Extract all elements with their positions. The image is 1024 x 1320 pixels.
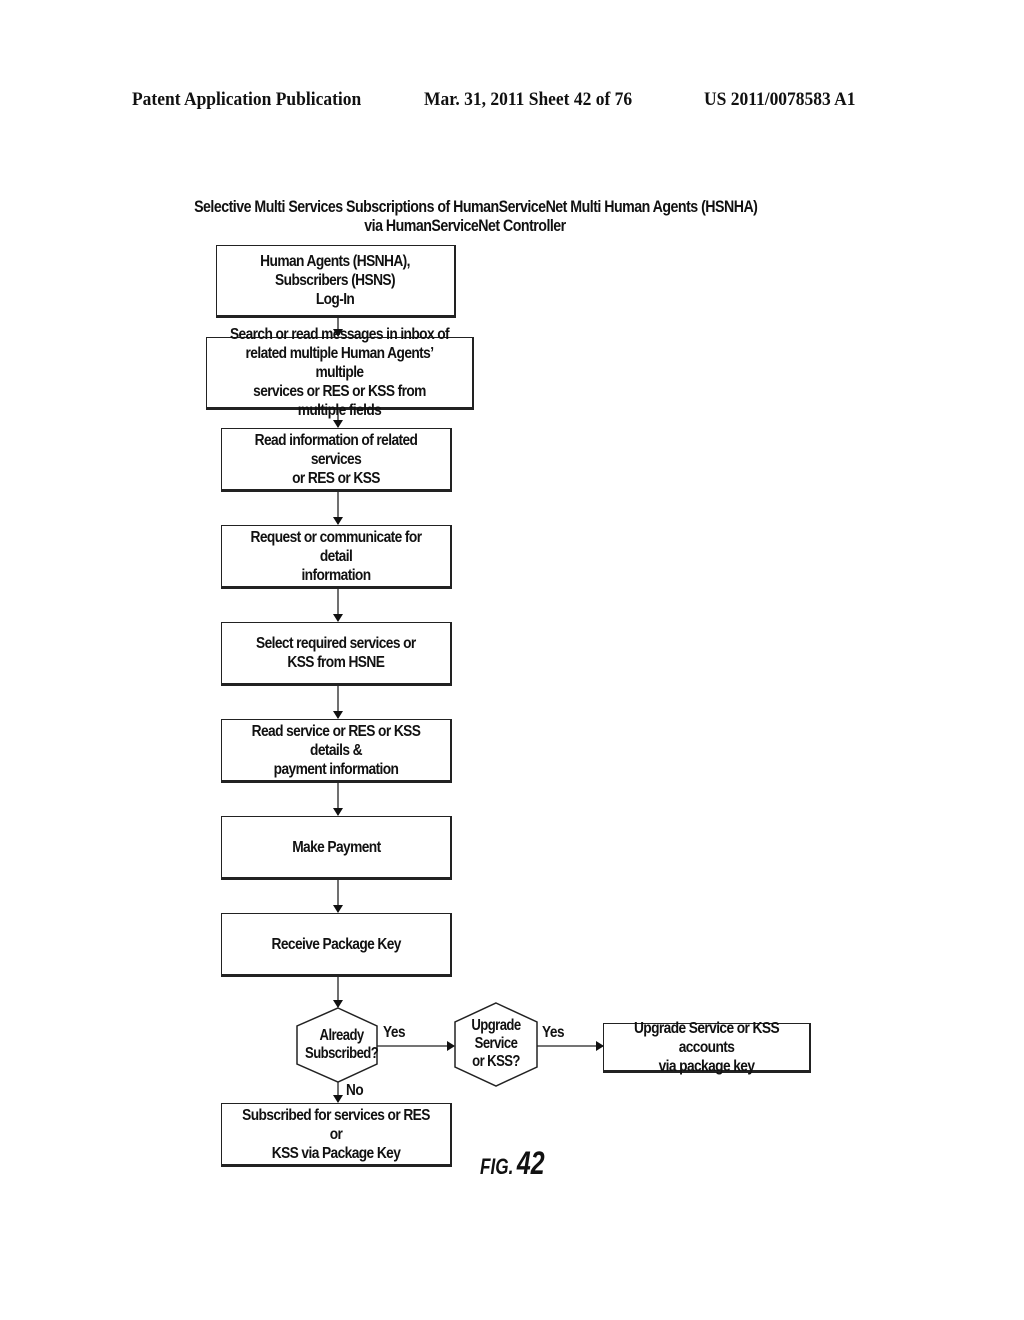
step-read-info: Read information of related services or … (221, 428, 452, 492)
step-select-services-text: Select required services or KSS from HSN… (256, 635, 416, 671)
connector-layer (296, 316, 604, 1103)
step-receive-key-text: Receive Package Key (271, 935, 401, 953)
step-read-details: Read service or RES or KSS details & pay… (221, 719, 452, 783)
decision-upgrade-text: Upgrade Service or KSS? (471, 1017, 521, 1070)
step-request-detail-text: Request or communicate for detail inform… (250, 528, 423, 584)
step-login: Human Agents (HSNHA), Subscribers (HSNS)… (216, 245, 456, 318)
step-select-services: Select required services or KSS from HSN… (221, 622, 452, 686)
figure-label-prefix: FIG. (480, 1154, 514, 1179)
figure-label-number: 42 (516, 1145, 545, 1181)
outcome-subscribed-text: Subscribed for services or RES or KSS vi… (242, 1106, 430, 1162)
step-make-payment-text: Make Payment (291, 838, 381, 856)
outcome-upgrade-accounts-text: Upgrade Service or KSS accounts via pack… (633, 1019, 780, 1075)
decision-already-subscribed: Already Subscribed? (297, 1027, 379, 1063)
outcome-subscribed: Subscribed for services or RES or KSS vi… (221, 1103, 452, 1167)
step-request-detail: Request or communicate for detail inform… (221, 525, 452, 589)
outcome-upgrade-accounts: Upgrade Service or KSS accounts via pack… (603, 1020, 811, 1075)
figure-label: FIG. 42 (480, 1145, 545, 1182)
yes-label-upgrade: Yes (542, 1024, 565, 1041)
step-read-details-text: Read service or RES or KSS details & pay… (251, 722, 421, 778)
no-label-already-subscribed: No (346, 1082, 364, 1099)
step-search-messages-text: Search or read messages in inbox of rela… (229, 326, 450, 419)
decision-upgrade: Upgrade Service or KSS? (455, 1017, 537, 1071)
step-make-payment: Make Payment (221, 816, 452, 880)
step-login-text: Human Agents (HSNHA), Subscribers (HSNS)… (260, 253, 411, 308)
step-search-messages: Search or read messages in inbox of rela… (206, 326, 474, 419)
yes-label-already-subscribed: Yes (383, 1024, 406, 1041)
step-read-info-text: Read information of related services or … (254, 431, 418, 487)
decision-already-subscribed-text: Already Subscribed? (305, 1027, 379, 1062)
step-receive-key: Receive Package Key (221, 913, 452, 977)
